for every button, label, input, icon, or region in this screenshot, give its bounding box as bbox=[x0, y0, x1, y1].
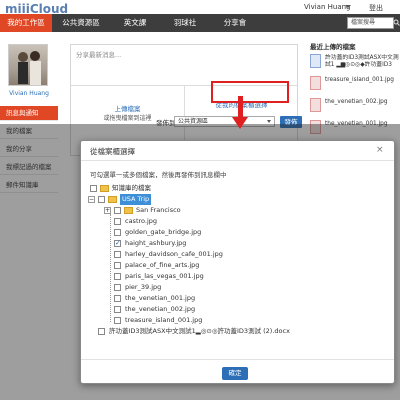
tree-node-label[interactable]: harley_davidson_cafe_001.jpg bbox=[125, 249, 223, 260]
user-menu[interactable]: Vivian Huang bbox=[304, 3, 351, 11]
tree-node-label[interactable]: USA Trip bbox=[120, 194, 152, 205]
upload-file-link[interactable]: 上傳檔案 bbox=[71, 103, 184, 113]
confirm-button[interactable]: 確定 bbox=[222, 367, 248, 380]
tree-node-label[interactable]: treasure_island_001.jpg bbox=[125, 315, 202, 326]
folder-icon bbox=[124, 207, 133, 214]
tree-checkbox[interactable] bbox=[114, 251, 121, 258]
highlight-box bbox=[211, 81, 289, 103]
tree-checkbox[interactable] bbox=[98, 196, 105, 203]
tree-node-label[interactable]: palace_of_fine_arts.jpg bbox=[125, 260, 199, 271]
tree-checkbox[interactable] bbox=[114, 317, 121, 324]
tree-node-label[interactable]: haight_ashbury.jpg bbox=[125, 238, 186, 249]
folder-icon bbox=[108, 196, 117, 203]
dialog-footer: 確定 bbox=[81, 359, 394, 384]
image-file-icon bbox=[310, 98, 321, 112]
expand-icon[interactable]: + bbox=[104, 207, 111, 214]
tab-my-workspace[interactable]: 我的工作區 bbox=[0, 14, 52, 32]
tree-node-label[interactable]: the_venetian_002.jpg bbox=[125, 304, 195, 315]
tree-node-label[interactable]: 知識庫的檔案 bbox=[112, 183, 151, 194]
tab-badminton-club[interactable]: 羽球社 bbox=[165, 14, 205, 32]
logout-link[interactable]: 登出 bbox=[369, 3, 383, 13]
tree-guide-line bbox=[110, 214, 111, 322]
chevron-down-icon[interactable] bbox=[345, 5, 351, 8]
dialog-title: 從檔案櫃選擇 bbox=[90, 147, 135, 156]
tree-checkbox[interactable] bbox=[114, 218, 121, 225]
tree-checkbox[interactable] bbox=[114, 207, 121, 214]
main-nav: 我的工作區 公共資源區 英文課 羽球社 分享會 檔案搜尋 bbox=[0, 14, 400, 32]
file-tree: 知識庫的檔案 − USA Trip + San Francisco castro… bbox=[88, 181, 386, 351]
search-icon[interactable] bbox=[393, 17, 400, 29]
tree-checkbox[interactable] bbox=[114, 273, 121, 280]
tab-english-class[interactable]: 英文課 bbox=[115, 14, 155, 32]
tree-node-label[interactable]: pier_39.jpg bbox=[125, 282, 161, 293]
tab-sharing-session[interactable]: 分享會 bbox=[215, 14, 255, 32]
tree-checkbox[interactable] bbox=[114, 306, 121, 313]
pointer-arrow-icon bbox=[232, 117, 248, 129]
tree-node-label[interactable]: the_venetian_001.jpg bbox=[125, 293, 195, 304]
tab-public-resources[interactable]: 公共資源區 bbox=[56, 14, 106, 32]
tree-checkbox[interactable] bbox=[114, 229, 121, 236]
search-input[interactable]: 檔案搜尋 bbox=[347, 17, 394, 29]
tree-checkbox-checked[interactable] bbox=[114, 238, 121, 249]
close-icon[interactable]: × bbox=[376, 145, 384, 155]
pointer-arrow-shaft bbox=[238, 96, 243, 119]
tree-node-label[interactable]: 許功蓋ID3測試ASX中文測試1▂◎⊙◎許功蓋ID3測試 (2).docx bbox=[109, 326, 290, 337]
tree-node-label[interactable]: golden_gate_bridge.jpg bbox=[125, 227, 201, 238]
word-doc-icon bbox=[310, 54, 321, 68]
avatar[interactable] bbox=[8, 44, 48, 86]
recent-file-item[interactable]: 許功蓋的ID3測試ASX中文測試1 ▂▆◎⊙◎◆許功蓋ID3 bbox=[308, 52, 400, 74]
tree-node-label[interactable]: castro.jpg bbox=[125, 216, 157, 227]
recent-file-name[interactable]: treasure_island_001.jpg bbox=[325, 77, 399, 84]
dialog-hint: 可勾選單一或多個檔案，然後再發佈到訊息欄中 bbox=[90, 171, 227, 179]
recent-file-item[interactable]: the_venetian_002.jpg bbox=[308, 96, 400, 118]
avatar-name[interactable]: Vivian Huang bbox=[8, 90, 50, 97]
folder-icon bbox=[100, 185, 109, 192]
tree-checkbox[interactable] bbox=[114, 262, 121, 269]
recent-file-name[interactable]: 許功蓋的ID3測試ASX中文測試1 ▂▆◎⊙◎◆許功蓋ID3 bbox=[325, 55, 399, 69]
tree-checkbox[interactable] bbox=[90, 185, 97, 192]
recent-file-name[interactable]: the_venetian_002.jpg bbox=[325, 99, 399, 106]
tree-node-label[interactable]: paris_las_vegas_001.jpg bbox=[125, 271, 204, 282]
dialog-header: 從檔案櫃選擇 × bbox=[81, 141, 394, 161]
message-input[interactable]: 分享最新消息... bbox=[76, 49, 121, 59]
collapse-icon[interactable]: − bbox=[88, 196, 95, 203]
tree-checkbox[interactable] bbox=[98, 328, 105, 335]
recent-file-item[interactable]: treasure_island_001.jpg bbox=[308, 74, 400, 96]
tree-node-label[interactable]: San Francisco bbox=[136, 205, 181, 216]
chevron-down-icon bbox=[267, 120, 271, 123]
page: miiiCloud Vivian Huang 登出 我的工作區 公共資源區 英文… bbox=[0, 0, 400, 400]
tree-checkbox[interactable] bbox=[114, 284, 121, 291]
file-picker-dialog: 從檔案櫃選擇 × 可勾選單一或多個檔案，然後再發佈到訊息欄中 知識庫的檔案 − … bbox=[80, 140, 395, 384]
image-file-icon bbox=[310, 76, 321, 90]
tree-checkbox[interactable] bbox=[114, 295, 121, 302]
recent-uploads-title: 最近上傳的檔案 bbox=[310, 43, 356, 51]
sidebar-item-messages[interactable]: 訊息與通知 bbox=[0, 106, 58, 121]
